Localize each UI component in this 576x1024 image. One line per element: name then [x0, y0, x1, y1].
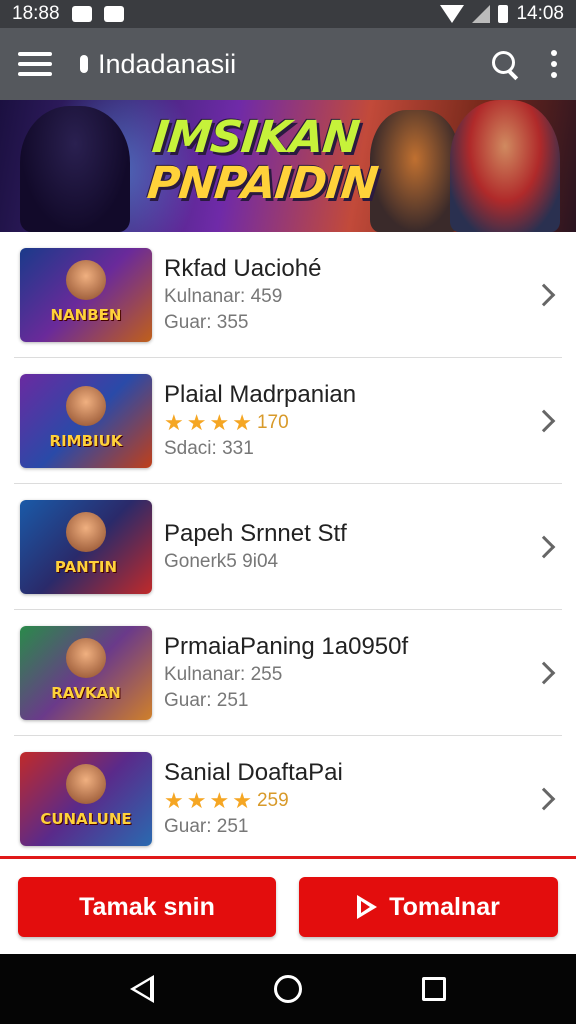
status-time-right: 14:08 [516, 3, 564, 24]
nav-back-icon[interactable] [130, 975, 154, 1003]
status-bar: 18:88 14:08 [0, 0, 576, 28]
star-icon: ★ [164, 409, 184, 435]
item-title: Rkfad Uaciohé [164, 254, 322, 282]
menu-icon[interactable] [18, 52, 52, 76]
list-item[interactable]: NANBEN Rkfad Uaciohé Kulnanar: 459 Guar:… [14, 232, 562, 358]
signal-icon [472, 5, 491, 23]
item-title: Papeh Srnnet Stf [164, 519, 347, 547]
app-notification-icon [103, 6, 124, 22]
play-button[interactable]: Tomalnar [299, 877, 558, 937]
list-item[interactable]: RAVKAN PrmaiaPaning 1a0950f Kulnanar: 25… [14, 610, 562, 736]
rating-value: 170 [256, 411, 289, 433]
app-logo-icon [80, 55, 88, 73]
system-nav-bar [0, 954, 576, 1024]
battery-icon [498, 5, 509, 23]
action-bar: Tamak snin Tomalnar [0, 856, 576, 954]
item-detail: Guar: 355 [164, 311, 249, 333]
game-thumbnail: RAVKAN [20, 625, 152, 720]
star-rating: ★ ★ ★ ★ 170 [164, 410, 356, 436]
star-icon: ★ [209, 409, 230, 435]
chevron-right-icon [532, 283, 556, 306]
item-detail: Guar: 251 [164, 815, 249, 837]
star-icon: ★ [186, 787, 207, 813]
nav-home-icon[interactable] [274, 975, 302, 1003]
item-title: Plaial Madrpanian [164, 380, 357, 408]
rating-value: 259 [256, 789, 289, 811]
item-detail: Sdaci: 331 [164, 437, 254, 459]
item-title: PrmaiaPaning 1a0950f [164, 632, 409, 660]
item-detail: Kulnanar: 459 [164, 285, 283, 307]
list-item[interactable]: RIMBIUK Plaial Madrpanian ★ ★ ★ ★ 170 Sd… [14, 358, 562, 484]
banner-character-left [20, 106, 130, 232]
chevron-right-icon [532, 409, 556, 432]
list-item[interactable]: PANTIN Papeh Srnnet Stf Gonerk5 9i04 [14, 484, 562, 610]
promo-banner[interactable]: IMSIKAN PNPAIDIN [0, 100, 576, 232]
game-thumbnail: PANTIN [20, 499, 152, 594]
chevron-right-icon [532, 535, 556, 558]
chevron-right-icon [532, 661, 556, 684]
image-notification-icon [71, 6, 92, 22]
play-icon [357, 895, 378, 919]
star-icon: ★ [164, 787, 184, 813]
primary-action-label: Tamak snin [79, 892, 215, 921]
star-icon: ★ [186, 409, 207, 435]
game-thumbnail: CUNALUNE [20, 751, 152, 846]
star-icon: ★ [209, 787, 230, 813]
chevron-right-icon [532, 787, 556, 810]
banner-title-line2: PNPAIDIN [144, 158, 380, 209]
game-thumbnail: RIMBIUK [20, 373, 152, 468]
item-detail: Gonerk5 9i04 [164, 550, 279, 572]
star-icon: ★ [232, 409, 252, 435]
more-icon[interactable] [550, 50, 558, 78]
banner-title: IMSIKAN PNPAIDIN [144, 112, 384, 209]
banner-character-warrior [370, 110, 460, 232]
item-detail: Guar: 251 [164, 689, 249, 711]
banner-character-right [450, 100, 560, 232]
item-title: Sanial DoaftaPai [164, 758, 343, 786]
play-button-label: Tomalnar [389, 892, 500, 921]
wifi-icon [440, 5, 465, 23]
status-time-left: 18:88 [12, 3, 60, 24]
star-rating: ★ ★ ★ ★ 259 [164, 788, 343, 814]
app-title: Indadanasii [98, 48, 237, 79]
game-list: NANBEN Rkfad Uaciohé Kulnanar: 459 Guar:… [0, 232, 576, 862]
app-bar: Indadanasii [0, 28, 576, 100]
nav-recent-icon[interactable] [422, 977, 446, 1001]
search-icon[interactable] [490, 49, 520, 79]
game-thumbnail: NANBEN [20, 247, 152, 342]
primary-action-button[interactable]: Tamak snin [18, 877, 276, 937]
banner-title-line1: IMSIKAN [149, 112, 362, 163]
item-detail: Kulnanar: 255 [164, 663, 283, 685]
star-icon: ★ [232, 787, 252, 813]
list-item[interactable]: CUNALUNE Sanial DoaftaPai ★ ★ ★ ★ 259 Gu… [14, 736, 562, 862]
